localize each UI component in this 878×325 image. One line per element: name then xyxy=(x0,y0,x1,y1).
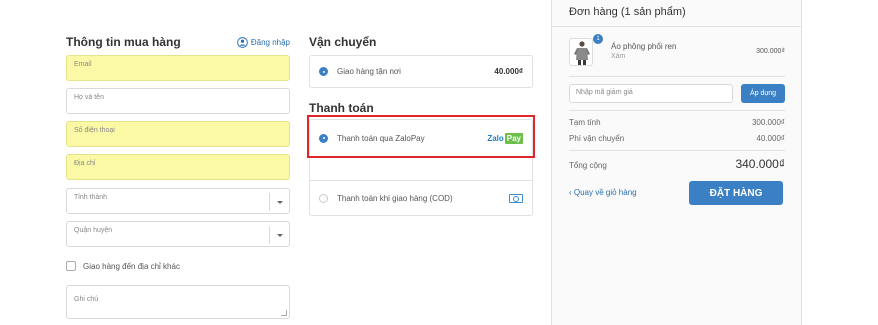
province-placeholder: Tỉnh thành xyxy=(74,194,108,201)
payment-option-cod[interactable]: Thanh toán khi giao hàng (COD) xyxy=(310,181,532,215)
payment-title: Thanh toán xyxy=(309,101,374,115)
district-select[interactable]: Quận huyện xyxy=(66,221,290,247)
shipping-radio[interactable] xyxy=(319,67,328,76)
fullname-placeholder: Họ và tên xyxy=(74,94,104,101)
divider xyxy=(569,76,785,77)
email-placeholder: Email xyxy=(74,61,92,68)
buyer-info-title: Thông tin mua hàng xyxy=(66,35,181,49)
order-summary-section: Đơn hàng (1 sản phẩm) 1 Áo phông phối re… xyxy=(551,0,802,325)
divider xyxy=(569,150,785,151)
place-order-button[interactable]: ĐẶT HÀNG xyxy=(689,181,783,205)
shipping-fee-row: Phí vận chuyển 40.000₫ xyxy=(569,134,785,143)
email-field[interactable]: Email xyxy=(66,55,290,81)
shipping-payment-section: Vận chuyển Giao hàng tận nơi 40.000₫ Tha… xyxy=(309,32,533,216)
login-link[interactable]: Đăng nhập xyxy=(237,36,290,48)
total-label: Tổng cộng xyxy=(569,161,607,170)
subtotal-value: 300.000₫ xyxy=(751,118,785,127)
phone-placeholder: Số điện thoại xyxy=(74,127,115,134)
shipping-header: Vận chuyển xyxy=(309,32,533,52)
buyer-info-section: Thông tin mua hàng Đăng nhập Email Họ và… xyxy=(66,32,290,319)
buyer-info-header: Thông tin mua hàng Đăng nhập xyxy=(66,32,290,52)
chevron-down-icon xyxy=(269,226,289,244)
cod-radio[interactable] xyxy=(319,193,328,203)
resize-handle-icon[interactable] xyxy=(281,310,287,316)
shirt-image-icon xyxy=(574,41,590,65)
district-placeholder: Quận huyện xyxy=(74,227,113,234)
shipping-option-label: Giao hàng tận nơi xyxy=(337,67,401,76)
coupon-placeholder: Nhập mã giảm giá xyxy=(576,89,633,96)
total-row: Tổng cộng 340.000₫ xyxy=(569,157,785,171)
shipping-option-box: Giao hàng tận nơi 40.000₫ xyxy=(309,55,533,88)
apply-coupon-button[interactable]: Áp dụng xyxy=(741,84,785,103)
province-select[interactable]: Tỉnh thành xyxy=(66,188,290,214)
subtotal-row: Tạm tính 300.000₫ xyxy=(569,118,785,127)
user-icon xyxy=(237,36,248,48)
shipping-fee-label: Phí vận chuyển xyxy=(569,134,625,143)
total-value: 340.000₫ xyxy=(735,157,785,171)
product-price: 300.000₫ xyxy=(756,48,785,55)
cash-icon xyxy=(509,193,523,203)
ship-other-address-label: Giao hàng đến địa chỉ khác xyxy=(83,261,180,271)
shipping-fee-value: 40.000₫ xyxy=(756,134,785,143)
shipping-title: Vận chuyển xyxy=(309,35,377,49)
note-placeholder: Ghi chú xyxy=(74,296,99,303)
shipping-option-home-delivery[interactable]: Giao hàng tận nơi 40.000₫ xyxy=(310,56,532,87)
fullname-field[interactable]: Họ và tên xyxy=(66,88,290,114)
checkout-page: Thông tin mua hàng Đăng nhập Email Họ và… xyxy=(0,0,878,325)
address-field[interactable]: Địa chỉ xyxy=(66,154,290,180)
subtotal-label: Tạm tính xyxy=(569,118,601,127)
product-name: Áo phông phối ren xyxy=(611,42,677,51)
order-summary-title: Đơn hàng (1 sản phẩm) xyxy=(552,0,801,27)
ship-other-address-option[interactable]: Giao hàng đến địa chỉ khác xyxy=(66,261,180,271)
quantity-badge: 1 xyxy=(593,34,603,44)
cod-label: Thanh toán khi giao hàng (COD) xyxy=(337,193,453,203)
shipping-option-price: 40.000₫ xyxy=(494,67,523,76)
login-label: Đăng nhập xyxy=(250,37,290,47)
order-product-item: 1 Áo phông phối ren Xám 300.000₫ xyxy=(569,34,785,68)
address-placeholder: Địa chỉ xyxy=(74,160,96,167)
phone-field[interactable]: Số điện thoại xyxy=(66,121,290,147)
chevron-down-icon xyxy=(269,193,289,211)
zalopay-highlight-frame xyxy=(307,115,535,158)
product-thumbnail xyxy=(569,38,593,66)
back-to-cart-link[interactable]: ‹ Quay về giỏ hàng xyxy=(569,188,637,197)
ship-other-address-checkbox[interactable] xyxy=(66,261,76,271)
product-variant: Xám xyxy=(611,53,626,60)
divider xyxy=(569,110,785,111)
coupon-input[interactable]: Nhập mã giảm giá xyxy=(569,84,733,103)
note-textarea[interactable]: Ghi chú xyxy=(66,285,290,319)
